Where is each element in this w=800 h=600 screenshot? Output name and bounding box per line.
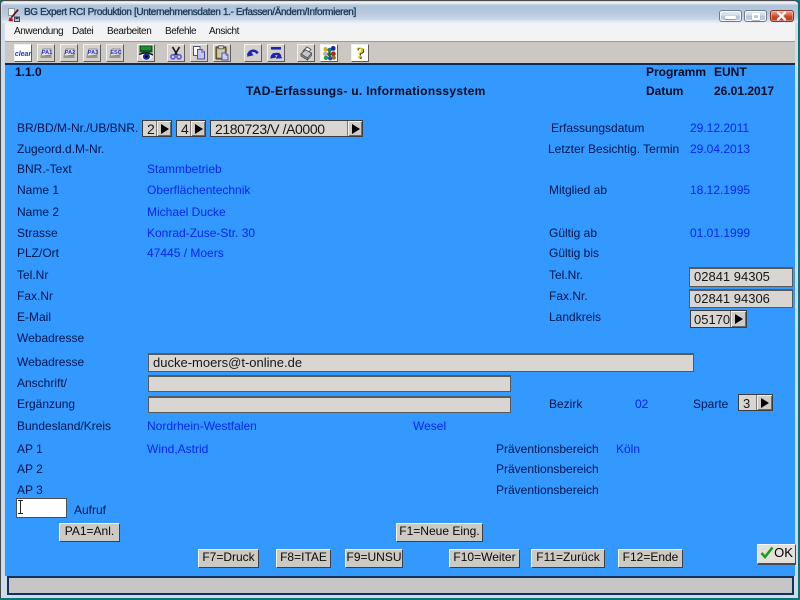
svg-text:?: ? <box>356 45 365 61</box>
svg-text:ESC: ESC <box>110 50 121 56</box>
svg-text:PA3: PA3 <box>88 50 98 56</box>
svg-text:PA1: PA1 <box>42 50 52 56</box>
svg-text:PA2: PA2 <box>65 50 75 56</box>
svg-text:clear: clear <box>15 51 31 58</box>
